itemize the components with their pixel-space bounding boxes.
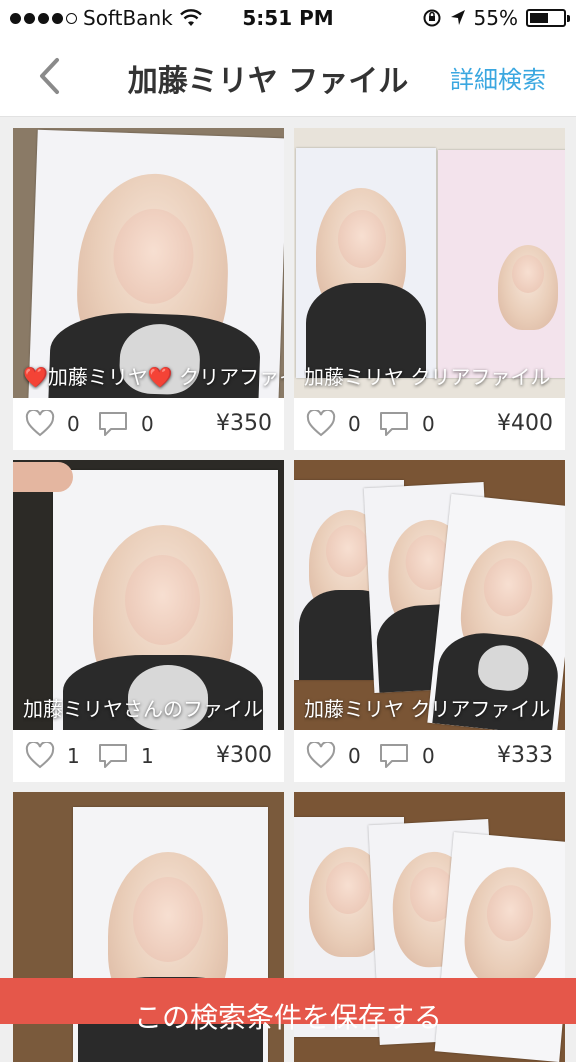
chevron-left-icon (40, 58, 59, 94)
product-title: 加藤ミリヤ クリアファイル (304, 697, 551, 721)
heart-icon[interactable] (25, 742, 55, 770)
product-image[interactable]: ❤️加藤ミリヤ❤️ クリアファイル (13, 128, 284, 398)
price: ¥350 (216, 411, 272, 436)
product-card[interactable]: ❤️加藤ミリヤ❤️ クリアファイル 0 0 ¥350 (13, 128, 284, 450)
like-count: 0 (348, 412, 361, 436)
comment-count: 0 (422, 412, 435, 436)
product-title: 加藤ミリヤさんのファイル (23, 697, 263, 721)
product-stats: 0 0 ¥400 (294, 398, 565, 450)
battery-icon (526, 9, 570, 27)
product-image[interactable]: 加藤ミリヤ クリアファイル (294, 460, 565, 730)
heart-icon[interactable] (25, 410, 55, 438)
rotation-lock-icon (423, 9, 441, 27)
navigation-bar: 加藤ミリヤ ファイル 詳細検索 (0, 36, 576, 117)
advanced-search-link[interactable]: 詳細検索 (450, 60, 546, 95)
status-bar: SoftBank 5:51 PM 55% (0, 0, 576, 36)
like-count: 0 (67, 412, 80, 436)
like-count: 0 (348, 744, 361, 768)
price: ¥400 (497, 411, 553, 436)
product-title: ❤️加藤ミリヤ❤️ クリアファイル (23, 365, 284, 389)
comment-count: 0 (141, 412, 154, 436)
product-image[interactable]: 加藤ミリヤ クリアファイル (294, 128, 565, 398)
product-stats: 0 0 ¥350 (13, 398, 284, 450)
battery-percent: 55% (473, 6, 518, 30)
comment-icon[interactable] (378, 410, 410, 438)
comment-count: 1 (141, 744, 154, 768)
page-title: 加藤ミリヤ ファイル (127, 64, 409, 99)
product-card[interactable]: 加藤ミリヤ クリアファイル 0 0 ¥400 (294, 128, 565, 450)
price: ¥333 (497, 743, 553, 768)
product-stats: 1 1 ¥300 (13, 730, 284, 782)
product-stats: 0 0 ¥333 (294, 730, 565, 782)
save-search-button[interactable]: この検索条件を保存する (0, 978, 576, 1034)
heart-icon[interactable] (306, 410, 336, 438)
product-card[interactable]: 加藤ミリヤさんのファイル 1 1 ¥300 (13, 460, 284, 782)
location-arrow-icon (450, 10, 465, 25)
product-title: 加藤ミリヤ クリアファイル (304, 365, 551, 389)
comment-icon[interactable] (97, 742, 129, 770)
product-card[interactable]: 加藤ミリヤ クリアファイル 0 0 ¥333 (294, 460, 565, 782)
like-count: 1 (67, 744, 80, 768)
comment-icon[interactable] (378, 742, 410, 770)
comment-count: 0 (422, 744, 435, 768)
price: ¥300 (216, 743, 272, 768)
comment-icon[interactable] (97, 410, 129, 438)
back-button[interactable] (28, 54, 72, 98)
heart-icon[interactable] (306, 742, 336, 770)
product-image[interactable]: 加藤ミリヤさんのファイル (13, 460, 284, 730)
